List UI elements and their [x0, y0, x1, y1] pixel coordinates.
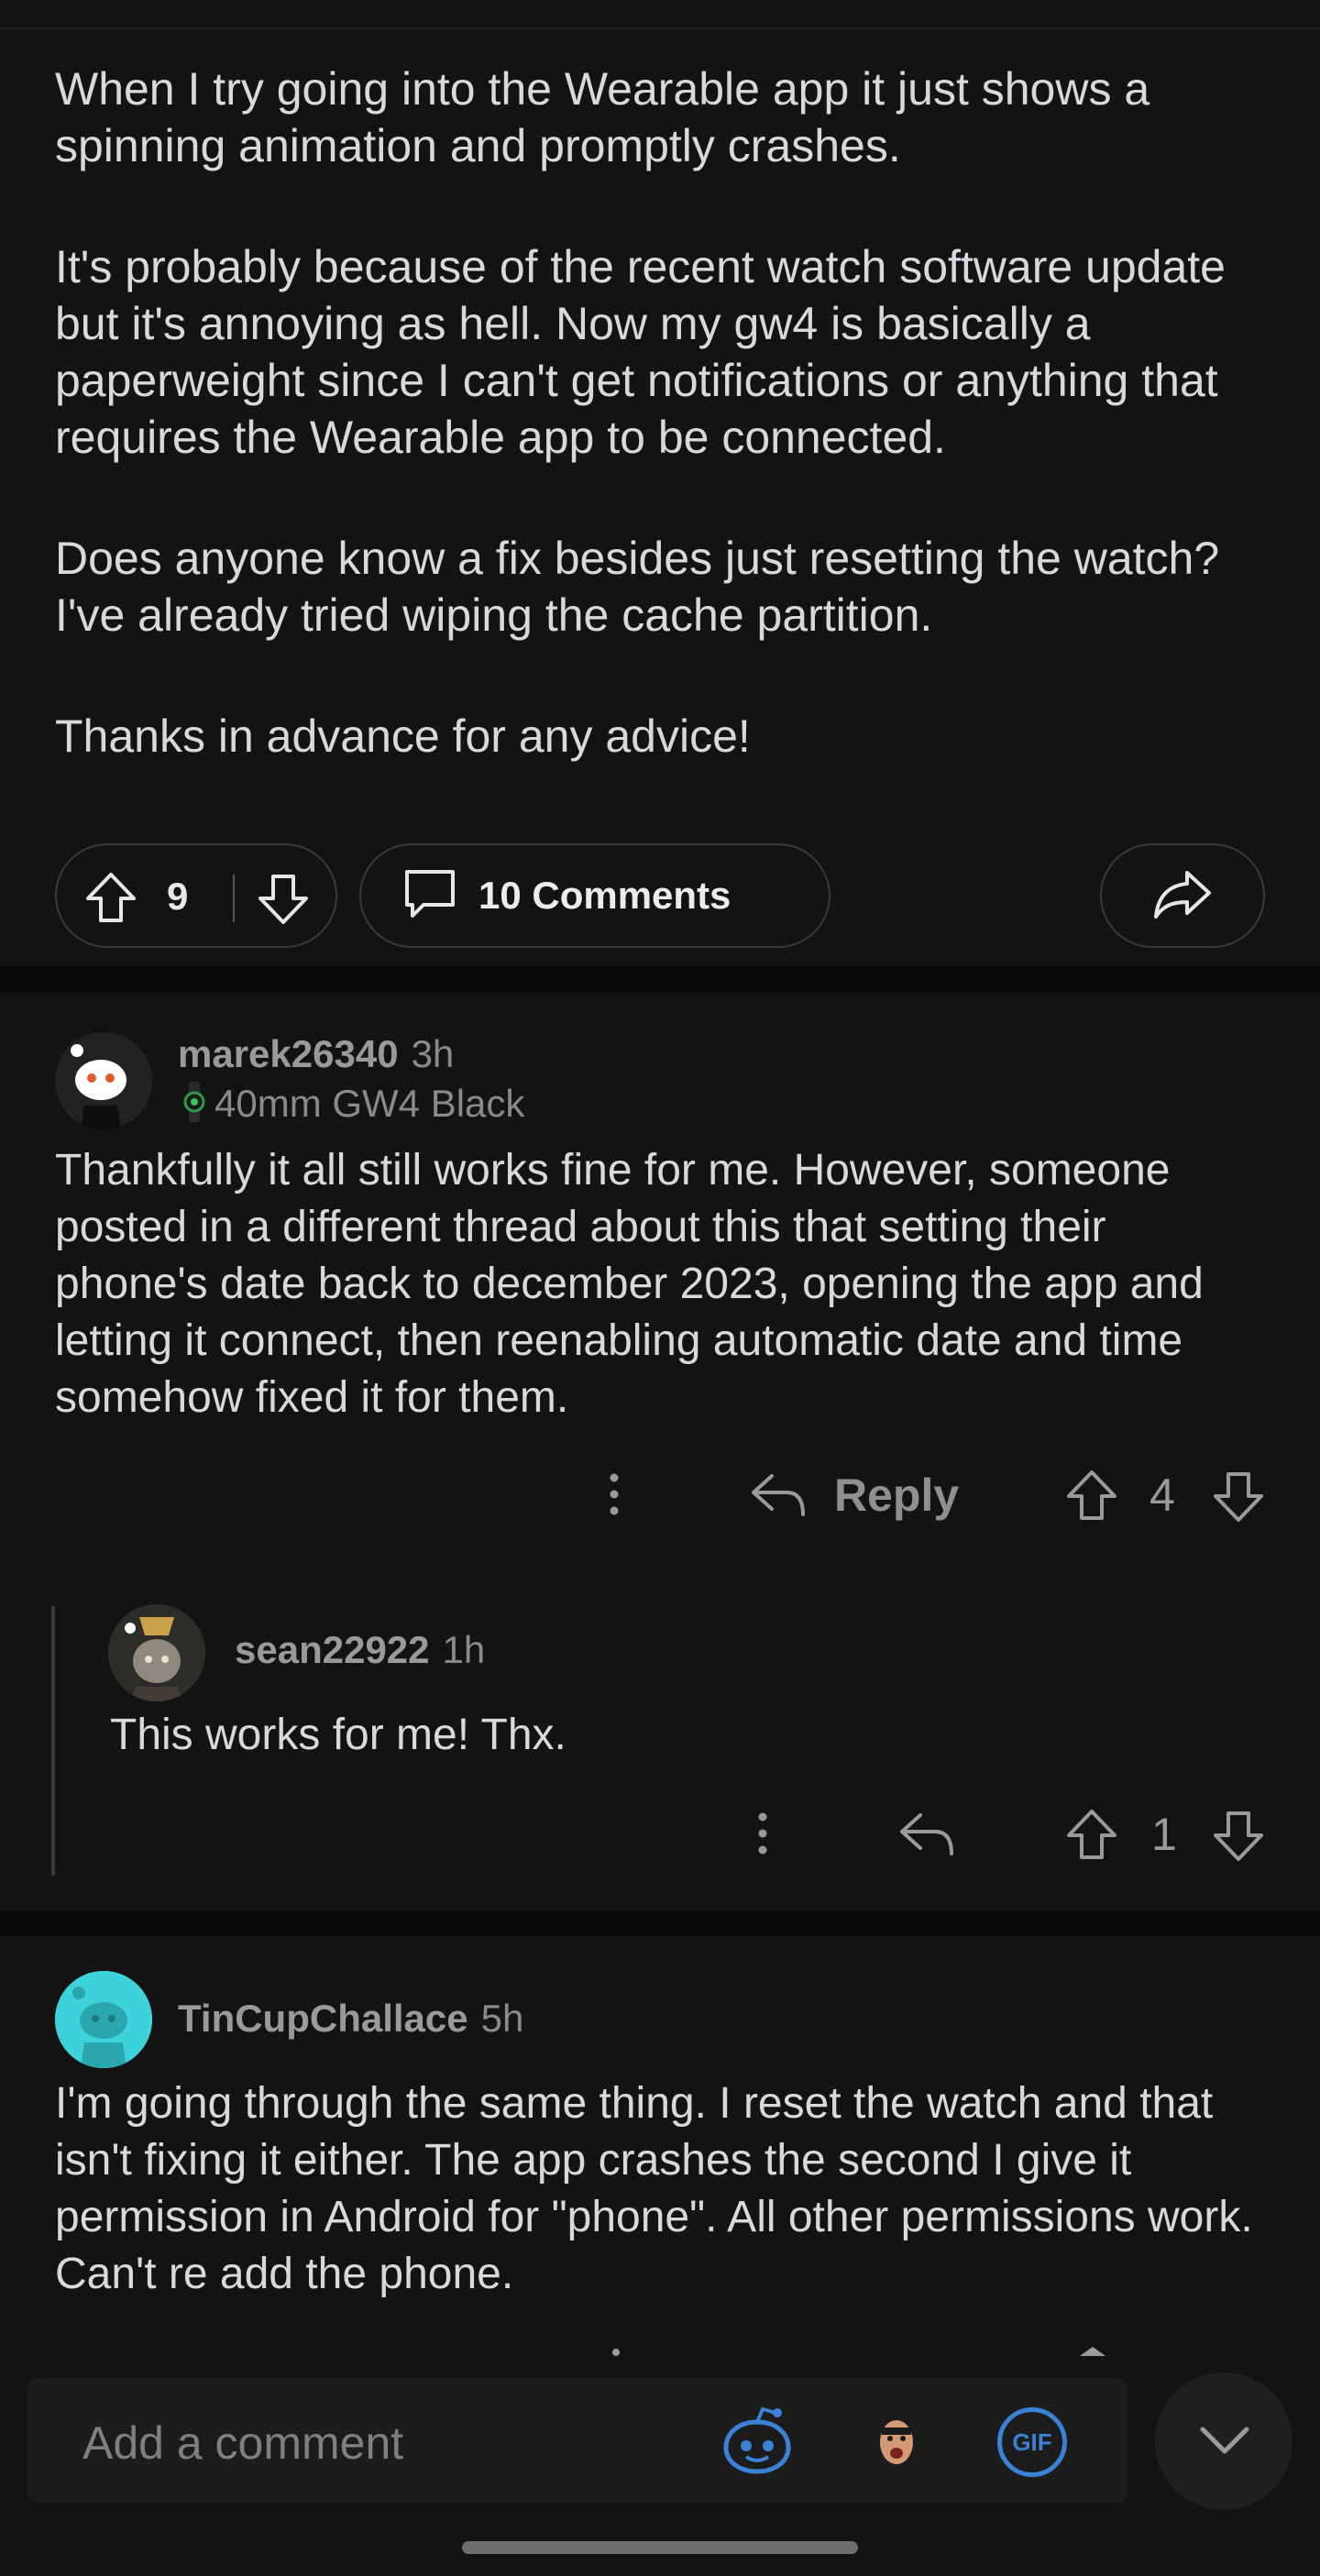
comment-bubble-icon: [402, 866, 458, 926]
username[interactable]: marek26340: [178, 1032, 399, 1075]
face-sticker-icon[interactable]: [871, 2409, 922, 2478]
post-action-bar: 9 10 Comments: [55, 843, 1265, 952]
vote-separator: [233, 875, 235, 922]
downvote-icon[interactable]: [1210, 1808, 1267, 1876]
comment-action-row: Reply 4: [0, 1463, 1320, 1527]
post-paragraph: It's probably because of the recent watc…: [55, 241, 1226, 463]
collapse-button[interactable]: [1155, 2372, 1292, 2510]
comment-time: 1h: [442, 1628, 486, 1671]
upvote-icon[interactable]: [1063, 1467, 1120, 1535]
reply-icon[interactable]: [898, 1811, 957, 1868]
comment-action-row: 1: [0, 1802, 1320, 1866]
username[interactable]: TinCupChallace: [178, 1997, 468, 2040]
share-button[interactable]: [1100, 843, 1265, 948]
add-comment-input[interactable]: Add a comment: [82, 2416, 403, 2470]
post-paragraph: Thanks in advance for any advice!: [55, 710, 751, 762]
downvote-icon[interactable]: [1210, 1469, 1267, 1536]
comment-body: This works for me! Thx.: [110, 1711, 566, 1759]
post-vote-pill: 9: [55, 843, 337, 948]
snoo-avatar-icon: [55, 1032, 152, 1129]
avatar[interactable]: [55, 1032, 152, 1129]
share-icon: [1152, 867, 1213, 925]
reply-icon[interactable]: [750, 1472, 808, 1529]
downvote-icon[interactable]: [255, 871, 312, 932]
upvote-icon[interactable]: [1063, 1806, 1120, 1874]
more-options-icon[interactable]: [612, 2349, 620, 2356]
post-paragraph: Does anyone know a fix besides just rese…: [55, 533, 1220, 641]
chevron-down-icon: [1199, 2424, 1250, 2461]
comment-time: 5h: [480, 1997, 524, 2040]
snoo-emoji-icon[interactable]: [720, 2405, 794, 2482]
avatar[interactable]: [55, 1971, 152, 2068]
more-options-icon[interactable]: [601, 1470, 627, 1529]
section-divider: [0, 966, 1320, 992]
home-indicator[interactable]: [462, 2541, 858, 2554]
flair-text: 40mm GW4 Black: [214, 1082, 525, 1125]
snoo-avatar-icon: [55, 1971, 152, 2068]
reply-label[interactable]: Reply: [834, 1469, 959, 1522]
post-vote-count: 9: [167, 875, 189, 918]
section-divider: [0, 1910, 1320, 1936]
gif-button[interactable]: GIF: [997, 2407, 1067, 2477]
comments-button[interactable]: 10 Comments: [359, 843, 830, 948]
comment-author[interactable]: TinCupChallace 5h: [178, 1997, 523, 2041]
username[interactable]: sean22922: [235, 1628, 430, 1671]
comment-body: Thankfully it all still works fine for m…: [55, 1146, 1204, 1422]
comment-author[interactable]: sean22922 1h: [235, 1628, 485, 1672]
post-body: When I try going into the Wearable app i…: [55, 61, 1265, 829]
upvote-icon[interactable]: [82, 869, 139, 930]
comment-author[interactable]: marek26340 3h: [178, 1032, 454, 1076]
gif-label: GIF: [1012, 2427, 1052, 2456]
comment-time: 3h: [411, 1032, 455, 1075]
watch-icon: [183, 1082, 205, 1131]
upvote-icon[interactable]: [1080, 2347, 1106, 2356]
more-options-icon[interactable]: [750, 1810, 776, 1868]
comment-vote-count: 1: [1151, 1809, 1177, 1860]
comment-body: I'm going through the same thing. I rese…: [55, 2079, 1253, 2298]
snoo-avatar-icon: [108, 1604, 205, 1701]
post-paragraph: When I try going into the Wearable app i…: [55, 63, 1150, 171]
comment-action-row-partial: [0, 2347, 1320, 2356]
comments-count-label: 10 Comments: [478, 874, 732, 917]
avatar[interactable]: [108, 1604, 205, 1701]
comment-vote-count: 4: [1150, 1470, 1175, 1521]
comment-composer[interactable]: Add a comment GIF: [28, 2378, 1128, 2503]
top-divider: [0, 28, 1320, 29]
user-flair: 40mm GW4 Black: [183, 1082, 524, 1131]
